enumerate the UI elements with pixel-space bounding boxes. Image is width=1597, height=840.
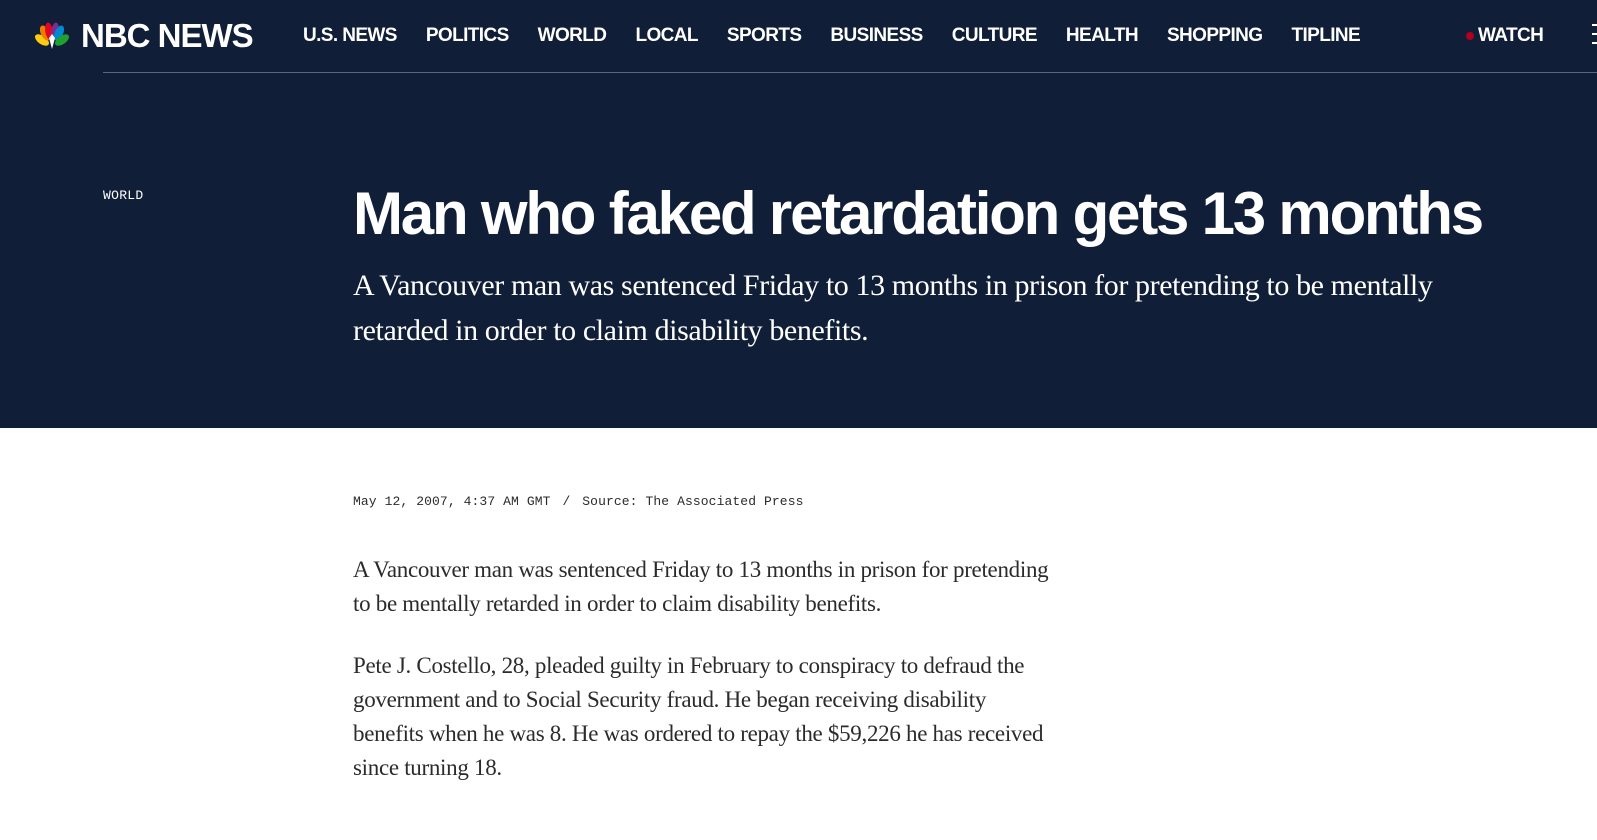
- article-byline: May 12, 2007, 4:37 AM GMT / Source: The …: [353, 494, 804, 509]
- article-headline: Man who faked retardation gets 13 months: [353, 180, 1484, 247]
- article-paragraph: Pete J. Costello, 28, pleaded guilty in …: [353, 653, 1044, 780]
- watch-label: WATCH: [1478, 25, 1544, 46]
- byline-separator: /: [562, 494, 571, 509]
- nav-item-politics[interactable]: POLITICS: [426, 23, 509, 49]
- nav-item-sports[interactable]: SPORTS: [727, 23, 802, 49]
- nav-item-shopping[interactable]: SHOPPING: [1167, 23, 1263, 49]
- nav-item-us-news[interactable]: U.S. NEWS: [303, 23, 397, 49]
- nav-item-local[interactable]: LOCAL: [635, 23, 698, 49]
- nav-item-business[interactable]: BUSINESS: [830, 23, 923, 49]
- watch-live-link[interactable]: WATCH: [1466, 23, 1544, 49]
- article-hero: NBC NEWS U.S. NEWS POLITICS WORLD LOCAL …: [0, 0, 1597, 428]
- peacock-logo-icon: [35, 22, 69, 49]
- top-navigation: NBC NEWS U.S. NEWS POLITICS WORLD LOCAL …: [0, 0, 1597, 73]
- nav-item-health[interactable]: HEALTH: [1066, 23, 1139, 49]
- nbc-news-logo[interactable]: NBC NEWS: [29, 17, 254, 54]
- publish-date: May 12, 2007, 4:37 AM GMT: [353, 494, 551, 509]
- nav-item-culture[interactable]: CULTURE: [952, 23, 1038, 49]
- live-dot-icon: [1466, 32, 1474, 40]
- article-source: Source: The Associated Press: [582, 494, 804, 509]
- section-label[interactable]: WORLD: [103, 188, 144, 203]
- hamburger-menu-icon[interactable]: [1592, 24, 1597, 48]
- article-paragraph: A Vancouver man was sentenced Friday to …: [353, 557, 1049, 616]
- logo-wordmark: NBC NEWS: [81, 17, 254, 54]
- nav-divider: [103, 72, 1597, 73]
- nav-item-world[interactable]: WORLD: [538, 23, 607, 49]
- article-body: A Vancouver man was sentenced Friday to …: [353, 553, 1053, 813]
- nav-item-tipline[interactable]: TIPLINE: [1291, 23, 1360, 49]
- article-dek: A Vancouver man was sentenced Friday to …: [353, 269, 1433, 347]
- main-nav: U.S. NEWS POLITICS WORLD LOCAL SPORTS BU…: [303, 23, 1389, 49]
